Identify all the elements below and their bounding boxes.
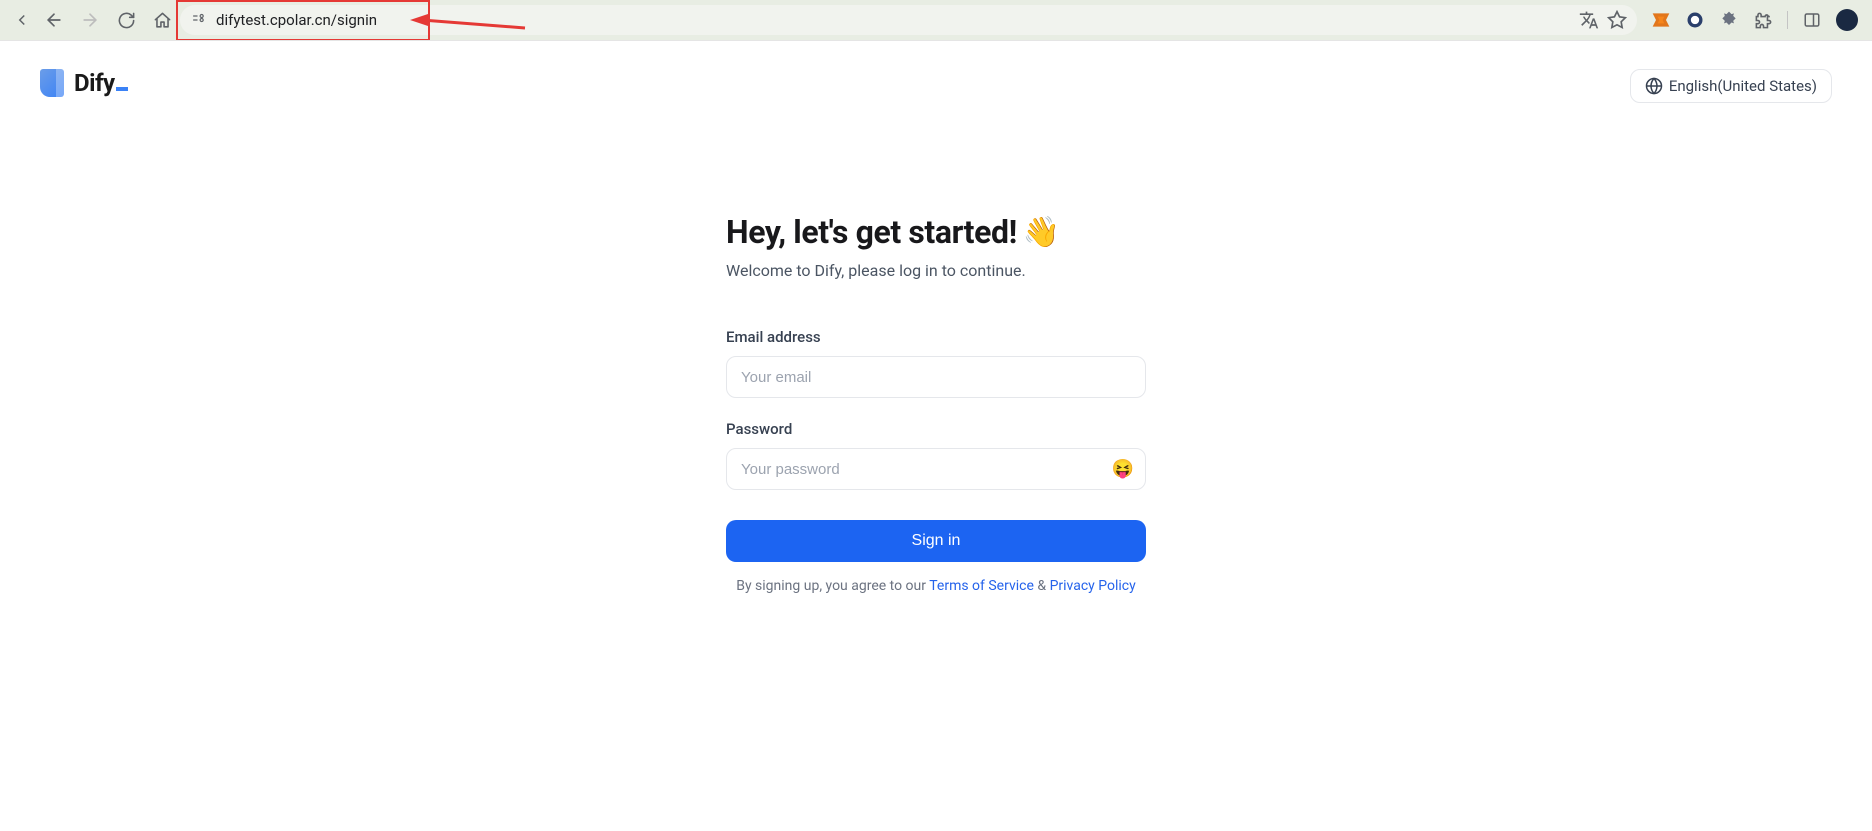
privacy-link[interactable]: Privacy Policy bbox=[1050, 578, 1136, 594]
extensions-button[interactable] bbox=[1753, 10, 1773, 30]
nav-buttons bbox=[8, 10, 36, 30]
side-panel-icon[interactable] bbox=[1802, 10, 1822, 30]
signin-button[interactable]: Sign in bbox=[726, 520, 1146, 562]
logo-mark-icon bbox=[40, 69, 64, 97]
extension-icon-3[interactable] bbox=[1719, 10, 1739, 30]
back-button[interactable] bbox=[44, 10, 64, 30]
language-label: English(United States) bbox=[1669, 77, 1817, 95]
reload-button[interactable] bbox=[116, 10, 136, 30]
metamask-extension-icon[interactable] bbox=[1651, 10, 1671, 30]
divider bbox=[1787, 11, 1788, 29]
arrow-right-icon bbox=[80, 10, 100, 30]
wave-icon: 👋 bbox=[1023, 215, 1060, 250]
browser-toolbar: difytest.cpolar.cn/signin bbox=[0, 0, 1872, 40]
nav-group bbox=[44, 10, 172, 30]
home-button[interactable] bbox=[152, 10, 172, 30]
password-field-wrap: 😝 bbox=[726, 448, 1146, 490]
extension-icons bbox=[1645, 9, 1864, 31]
password-visibility-toggle[interactable]: 😝 bbox=[1112, 459, 1134, 480]
password-field[interactable] bbox=[726, 448, 1146, 490]
profile-avatar[interactable] bbox=[1836, 9, 1858, 31]
page-headline: Hey, let's get started! bbox=[726, 213, 1017, 251]
terms-line: By signing up, you agree to our Terms of… bbox=[726, 578, 1146, 594]
headline-row: Hey, let's get started! 👋 bbox=[726, 213, 1146, 251]
url-text[interactable]: difytest.cpolar.cn/signin bbox=[216, 11, 1571, 29]
site-info-icon[interactable] bbox=[190, 11, 208, 29]
arrow-left-icon bbox=[44, 10, 64, 30]
language-selector[interactable]: English(United States) bbox=[1630, 69, 1832, 103]
url-bar[interactable]: difytest.cpolar.cn/signin bbox=[180, 5, 1637, 35]
page-header: Dify English(United States) bbox=[0, 41, 1872, 103]
email-field[interactable] bbox=[726, 356, 1146, 398]
signin-form: Hey, let's get started! 👋 Welcome to Dif… bbox=[726, 213, 1146, 594]
extension-icon-2[interactable] bbox=[1685, 10, 1705, 30]
page-content: Dify English(United States) Hey, let's g… bbox=[0, 40, 1872, 831]
email-label: Email address bbox=[726, 328, 1146, 346]
terms-link[interactable]: Terms of Service bbox=[929, 578, 1034, 594]
terms-conj: & bbox=[1034, 578, 1050, 594]
arrow-left-icon bbox=[13, 11, 31, 29]
translate-icon[interactable] bbox=[1579, 10, 1599, 30]
page-subline: Welcome to Dify, please log in to contin… bbox=[726, 261, 1146, 280]
home-icon bbox=[153, 11, 172, 30]
globe-icon bbox=[1645, 77, 1663, 95]
back-button[interactable] bbox=[12, 10, 32, 30]
bookmark-icon[interactable] bbox=[1607, 10, 1627, 30]
terms-prefix: By signing up, you agree to our bbox=[736, 578, 929, 594]
email-field-wrap bbox=[726, 356, 1146, 398]
forward-button[interactable] bbox=[80, 10, 100, 30]
password-label: Password bbox=[726, 420, 1146, 438]
brand-name: Dify bbox=[74, 69, 128, 97]
reload-icon bbox=[117, 11, 136, 30]
brand-logo[interactable]: Dify bbox=[40, 69, 128, 97]
